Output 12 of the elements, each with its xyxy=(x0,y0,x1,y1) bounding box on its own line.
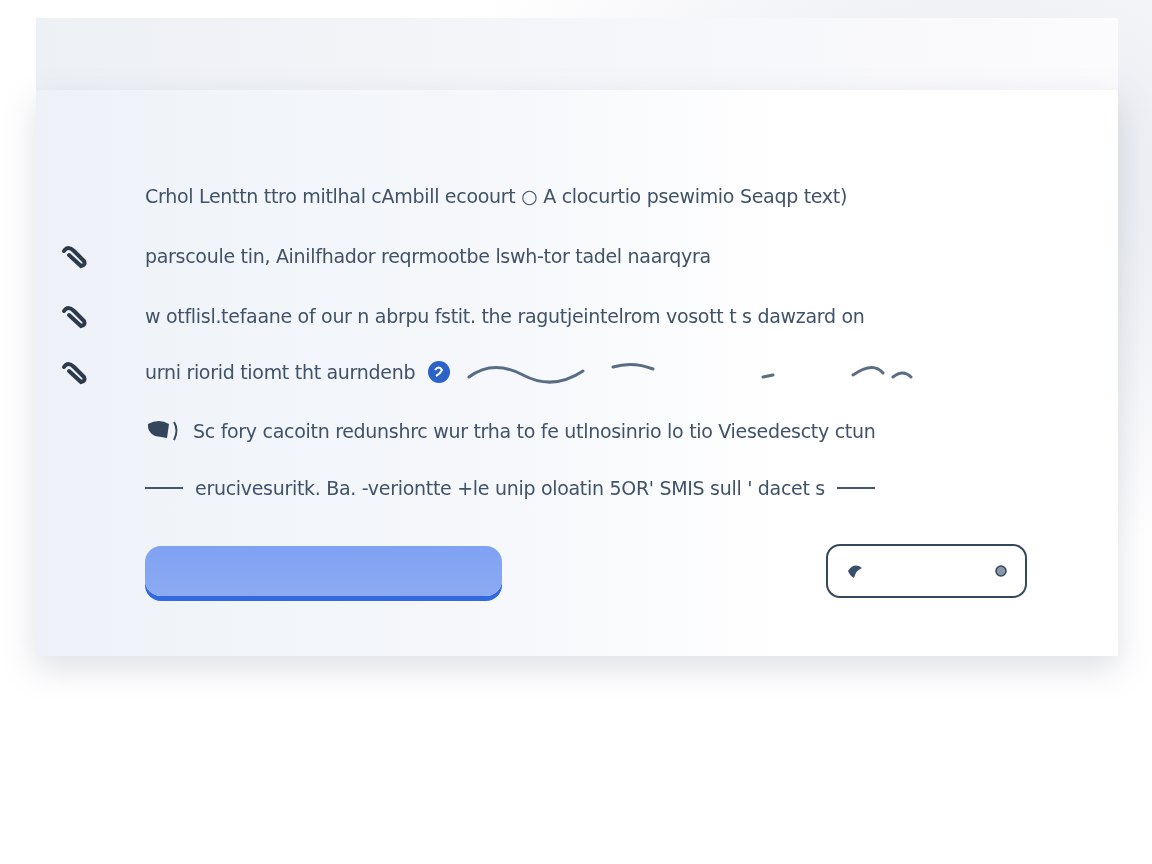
paperclip-icon xyxy=(60,359,88,385)
body-text: Sc fory cacoitn redunshrc wur trha to fe utlnosinrio lo tio Viesedescty ctun xyxy=(193,420,876,442)
dot-icon xyxy=(995,565,1007,577)
body-text: w otflisl.tefaane of our n abrpu fstit. the ragutjeintelrom vosott t s dawzard on xyxy=(145,305,866,327)
body-text: erucivesuritk. Ba. -veriontte +le unip oloatin 5OR' SMIS sull ' dacet s xyxy=(195,477,825,499)
paperclip-icon xyxy=(60,303,88,329)
body-text: Crhol Lenttn ttro mitlhal cAmbill ecoourt ○ A clocurtio psewimio Seaqp text) xyxy=(145,185,849,207)
outline-button[interactable] xyxy=(826,544,1027,598)
body-text: parscoule tin, Ainilfhador reqrmootbe lswh-tor tadel naarqyra xyxy=(145,245,712,267)
paperclip-icon xyxy=(60,243,88,269)
body-text: urni riorid tiomt tht aurndenb xyxy=(145,361,416,383)
badge-icon xyxy=(427,360,452,384)
